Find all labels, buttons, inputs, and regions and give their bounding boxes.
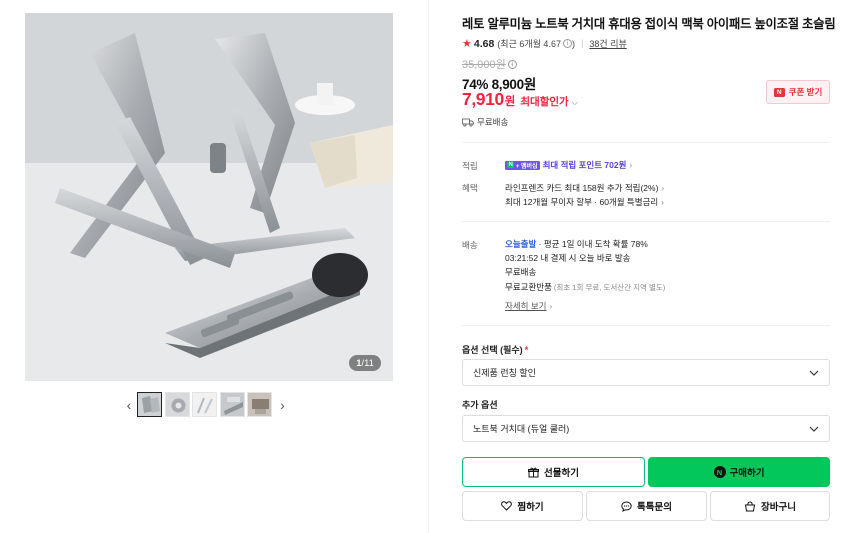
chevron-down-icon (809, 370, 819, 376)
buy-button[interactable]: N 구매하기 (648, 457, 830, 487)
required-option-label: 옵션 선택 (필수) * (462, 343, 528, 356)
cart-icon (744, 500, 756, 511)
free-exchange-note: (최초 1회 무료, 도서산간 지역 별도) (553, 282, 666, 292)
chevron-down-icon: ⌵ (571, 98, 578, 107)
image-counter: 1/11 (349, 355, 381, 371)
recent-rating: (최근 6개월 4.67 (497, 39, 561, 49)
main-product-image[interactable]: 1/11 (25, 13, 393, 381)
chevron-right-icon: › (661, 197, 664, 207)
dispatch-cutoff: 03:21:52 내 결제 시 오늘 바로 발송 (505, 253, 631, 263)
thumbnail-next-arrow-icon[interactable]: › (275, 393, 291, 417)
required-option-text: 옵션 선택 (필수) (462, 345, 523, 355)
benefit-card-row[interactable]: 라인프렌즈 카드 최대 158원 추가 적립(2%) › (505, 182, 664, 194)
cart-label: 장바구니 (761, 502, 796, 513)
chevron-right-icon: › (549, 301, 553, 311)
npay-badge-text: + 멤버십 (515, 163, 538, 170)
delivery-detail-row[interactable]: 자세히 보기 › (505, 300, 552, 312)
rating-score: 4.68 (473, 37, 495, 50)
naver-n-icon: N (773, 87, 785, 97)
chevron-down-icon (809, 426, 819, 432)
talk-inquiry-button[interactable]: 톡톡문의 (586, 491, 707, 521)
divider (462, 142, 830, 143)
benefit-installment-row[interactable]: 최대 12개월 무이자 할부 · 60개월 특별금리 › (505, 196, 664, 208)
max-price-value: 7,910 (462, 89, 504, 109)
thumbnail-2[interactable] (164, 392, 190, 417)
thumbnail-strip: ‹ › (121, 391, 297, 418)
required-option-select[interactable]: 신제품 런칭 할인 (462, 359, 830, 386)
thumbnail-4[interactable] (219, 392, 245, 417)
chevron-right-icon: › (661, 183, 665, 193)
cart-button[interactable]: 장바구니 (710, 491, 830, 521)
delivery-detail-link[interactable]: 자세히 보기 (505, 300, 546, 312)
today-dispatch-row: 오늘출발 · 평균 1일 이내 도착 확률 78% (505, 238, 648, 250)
benefit-installment-text: 최대 12개월 무이자 할부 · 60개월 특별금리 (505, 197, 659, 207)
max-discount-price[interactable]: 7,910 원 최대할인가 ⌵ (462, 89, 578, 110)
gift-icon (528, 467, 540, 477)
divider (462, 325, 830, 326)
coupon-label: 쿠폰 받기 (788, 87, 823, 97)
thumbnail-5[interactable] (247, 392, 272, 417)
points-label: 적립 (462, 161, 478, 171)
benefit-label: 혜택 (462, 183, 478, 193)
gift-button[interactable]: 선물하기 (462, 457, 645, 487)
max-points-text: 최대 적립 포인트 702원 (542, 160, 627, 170)
chat-bubble-icon (621, 500, 632, 512)
free-shipping-label: 무료배송 (477, 117, 509, 127)
thumbnail-1[interactable] (137, 392, 162, 417)
talk-inquiry-label: 톡톡문의 (637, 502, 672, 513)
delivery-label: 배송 (462, 240, 478, 250)
buy-label: 구매하기 (729, 468, 765, 479)
max-discount-label: 최대할인가 (520, 96, 569, 108)
original-price: 35,000원 i (462, 56, 517, 72)
thumbnail-prev-arrow-icon[interactable]: ‹ (121, 393, 137, 417)
required-mark: * (524, 345, 529, 355)
benefit-card-text: 라인프렌즈 카드 최대 158원 추가 적립(2%) (505, 183, 659, 193)
info-icon[interactable]: i (562, 39, 572, 48)
review-count-link[interactable]: 38건 리뷰 (589, 37, 626, 50)
coupon-button[interactable]: N 쿠폰 받기 (766, 80, 830, 104)
thumbnail-3[interactable] (192, 392, 217, 417)
free-shipping-tag: 무료배송 (462, 116, 508, 128)
npay-n-icon: N (507, 162, 515, 168)
points-row[interactable]: N + 멤버십 최대 적립 포인트 702원 › (505, 159, 632, 171)
divider: | (580, 38, 584, 49)
extra-option-label: 추가 옵션 (462, 400, 498, 410)
free-exchange-row: 무료교환반품 (최초 1회 무료, 도서산간 지역 별도) (505, 281, 665, 293)
product-title: 레토 알루미늄 노트북 거치대 휴대용 접이식 맥북 아이패드 높이조절 초슬림 (462, 17, 836, 31)
rating-summary: ★ 4.68 (최근 6개월 4.67 i ) | 38건 리뷰 (462, 37, 627, 51)
delivery-free: 무료배송 (505, 267, 537, 277)
extra-option-value: 노트북 거치대 (듀얼 쿨러) (473, 424, 570, 434)
wishlist-button[interactable]: 찜하기 (462, 491, 583, 521)
price-info-icon[interactable]: i (507, 59, 517, 69)
wishlist-label: 찜하기 (517, 502, 544, 513)
today-dispatch-text: · 평균 1일 이내 도착 확률 78% (536, 239, 648, 249)
divider (462, 221, 830, 222)
free-exchange-text: 무료교환반품 (505, 282, 552, 292)
column-divider (428, 0, 429, 533)
chevron-right-icon: › (629, 160, 633, 170)
recent-rating-close: ) (571, 38, 575, 49)
star-icon: ★ (462, 38, 472, 50)
extra-option-select[interactable]: 노트북 거치대 (듀얼 쿨러) (462, 415, 830, 442)
naver-pay-icon: N (713, 466, 726, 478)
npay-membership-badge: N + 멤버십 (505, 160, 540, 170)
today-dispatch-tag: 오늘출발 (505, 239, 537, 249)
heart-icon (501, 501, 513, 511)
gift-label: 선물하기 (544, 468, 579, 479)
truck-icon (462, 118, 474, 127)
original-price-value: 35,000원 (462, 59, 506, 71)
max-price-won: 원 (504, 96, 516, 108)
required-option-value: 신제품 런칭 할인 (473, 368, 536, 378)
laptop-stand-photo (25, 13, 393, 381)
